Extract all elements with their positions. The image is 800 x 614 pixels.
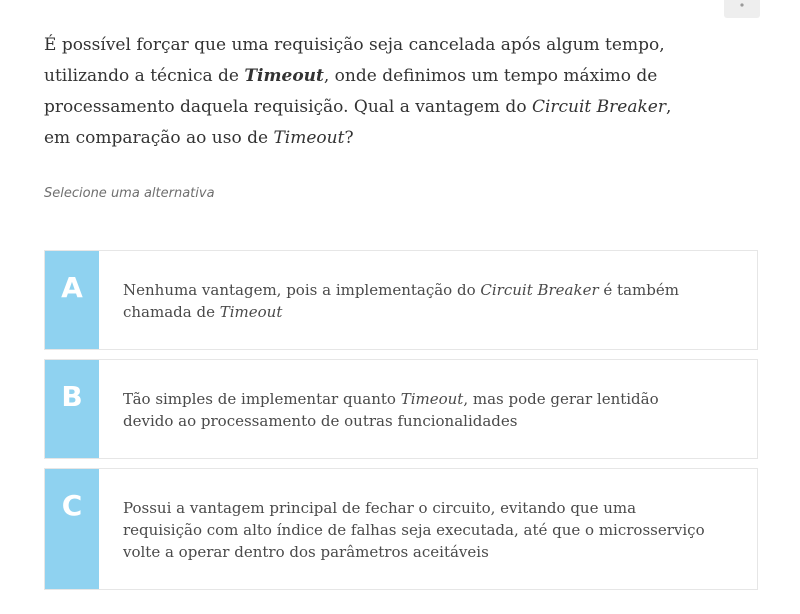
option-b[interactable]: B Tão simples de implementar quanto Time… [44, 359, 758, 459]
question-term: Timeout [273, 128, 345, 148]
option-a[interactable]: A Nenhuma vantagem, pois a implementação… [44, 250, 758, 350]
question-term: Timeout [244, 66, 324, 86]
option-text-part: Nenhuma vantagem, pois a implementação d… [123, 281, 481, 299]
more-options-button[interactable] [724, 0, 760, 18]
more-vertical-icon [740, 3, 744, 7]
option-c[interactable]: C Possui a vantagem principal de fechar … [44, 468, 758, 590]
option-term: Timeout [219, 303, 283, 321]
option-letter: B [45, 360, 99, 458]
option-text: Tão simples de implementar quanto Timeou… [123, 388, 713, 432]
question-text: É possível forçar que uma requisição sej… [44, 30, 684, 154]
option-term: Timeout [400, 390, 464, 408]
question-part: ? [344, 128, 354, 148]
option-text: Nenhuma vantagem, pois a implementação d… [123, 279, 713, 323]
select-alternative-hint: Selecione uma alternativa [44, 186, 215, 201]
question-term: Circuit Breaker [531, 97, 666, 117]
option-letter: C [45, 469, 99, 589]
option-text: Possui a vantagem principal de fechar o … [123, 499, 705, 561]
option-term: Circuit Breaker [480, 281, 599, 299]
option-letter: A [45, 251, 99, 349]
option-text-part: Tão simples de implementar quanto [123, 390, 401, 408]
